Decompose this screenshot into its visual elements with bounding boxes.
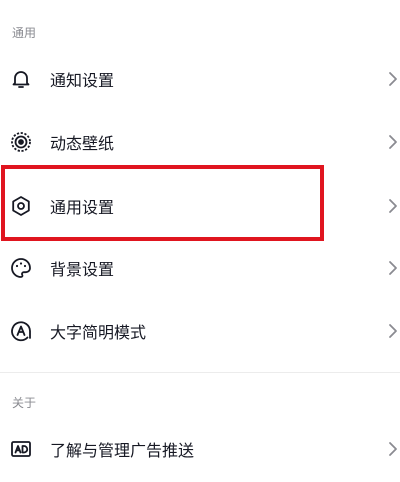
menu-item-live-wallpaper[interactable]: 动态壁纸 [0, 111, 400, 173]
chevron-right-icon [388, 260, 398, 276]
menu-item-label: 大字简明模式 [50, 323, 147, 342]
highlight-box [1, 165, 324, 241]
live-wallpaper-icon [10, 131, 32, 153]
ad-icon [10, 438, 32, 460]
section-label-general: 通用 [12, 26, 37, 40]
menu-item-notification-settings[interactable]: 通知设置 [0, 48, 400, 110]
section-label-about: 关于 [12, 396, 37, 410]
large-text-icon [10, 320, 32, 342]
menu-item-ad-management[interactable]: 了解与管理广告推送 [0, 418, 400, 480]
menu-item-label: 动态壁纸 [50, 134, 115, 153]
section-divider [0, 372, 400, 373]
palette-icon [10, 257, 32, 279]
menu-item-large-text-mode[interactable]: 大字简明模式 [0, 300, 400, 362]
menu-item-background-settings[interactable]: 背景设置 [0, 237, 400, 299]
menu-item-label: 了解与管理广告推送 [50, 441, 195, 460]
chevron-right-icon [388, 198, 398, 214]
menu-item-label: 通知设置 [50, 71, 115, 90]
menu-item-label: 背景设置 [50, 260, 115, 279]
chevron-right-icon [388, 441, 398, 457]
chevron-right-icon [388, 134, 398, 150]
bell-icon [10, 68, 32, 90]
chevron-right-icon [388, 323, 398, 339]
chevron-right-icon [388, 71, 398, 87]
